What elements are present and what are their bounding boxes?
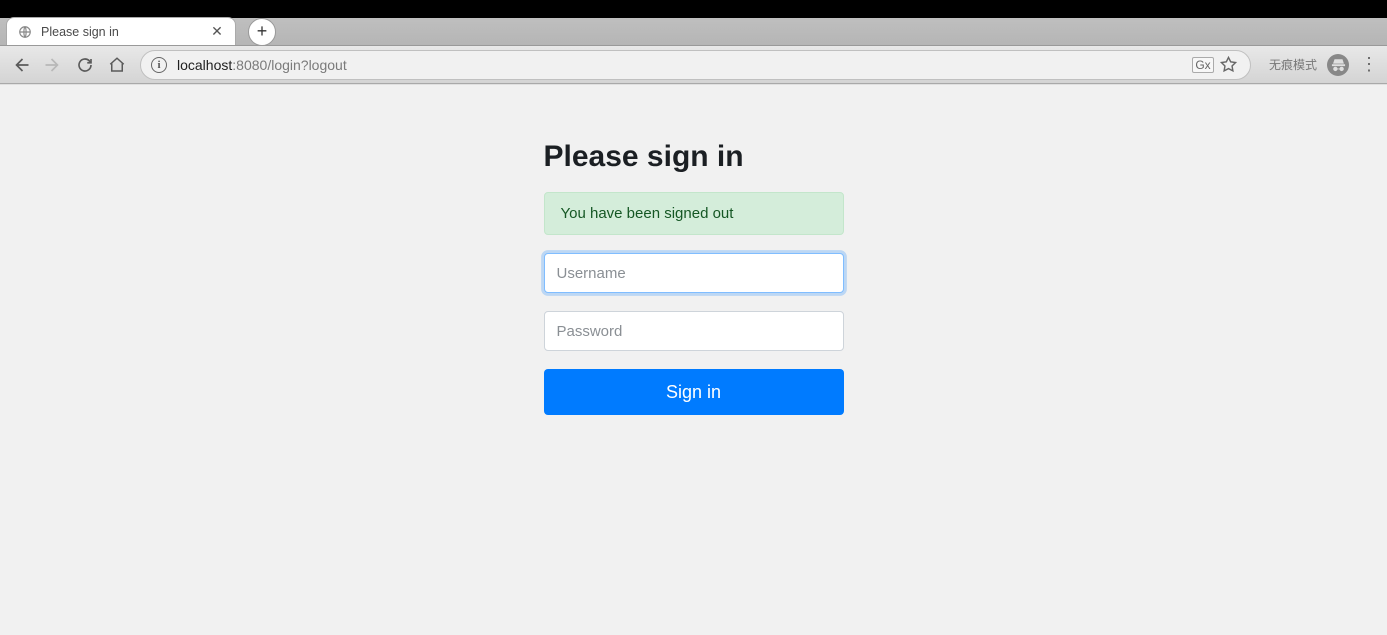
- logout-alert: You have been signed out: [544, 192, 844, 235]
- forward-button[interactable]: [40, 52, 66, 78]
- incognito-icon[interactable]: [1327, 54, 1349, 76]
- browser-tab[interactable]: Please sign in ✕: [6, 17, 236, 45]
- translate-icon[interactable]: Gx: [1192, 54, 1214, 76]
- signin-button[interactable]: Sign in: [544, 369, 844, 415]
- browser-menu-icon[interactable]: ⋮: [1359, 54, 1379, 75]
- incognito-label: 无痕模式: [1269, 56, 1317, 73]
- globe-icon: [17, 24, 33, 40]
- browser-right-controls: 无痕模式 ⋮: [1269, 54, 1379, 76]
- site-info-icon[interactable]: i: [151, 57, 167, 73]
- home-button[interactable]: [104, 52, 130, 78]
- address-bar: i localhost:8080/login?logout Gx 无痕模式 ⋮: [0, 46, 1387, 84]
- page-content: Please sign in You have been signed out …: [0, 84, 1387, 635]
- page-title: Please sign in: [544, 140, 844, 174]
- url-bar[interactable]: i localhost:8080/login?logout Gx: [140, 50, 1251, 80]
- url-text: localhost:8080/login?logout: [177, 57, 1188, 73]
- bookmark-star-icon[interactable]: [1218, 54, 1240, 76]
- username-input[interactable]: [544, 253, 844, 293]
- tab-bar: Please sign in ✕ +: [0, 18, 1387, 46]
- url-port: :8080: [232, 57, 267, 73]
- reload-button[interactable]: [72, 52, 98, 78]
- login-form: Please sign in You have been signed out …: [544, 140, 844, 635]
- url-path: /login?logout: [267, 57, 346, 73]
- tab-title: Please sign in: [41, 25, 209, 39]
- url-host: localhost: [177, 57, 232, 73]
- password-input[interactable]: [544, 311, 844, 351]
- back-button[interactable]: [8, 52, 34, 78]
- new-tab-button[interactable]: +: [248, 18, 276, 46]
- tab-close-icon[interactable]: ✕: [209, 23, 225, 40]
